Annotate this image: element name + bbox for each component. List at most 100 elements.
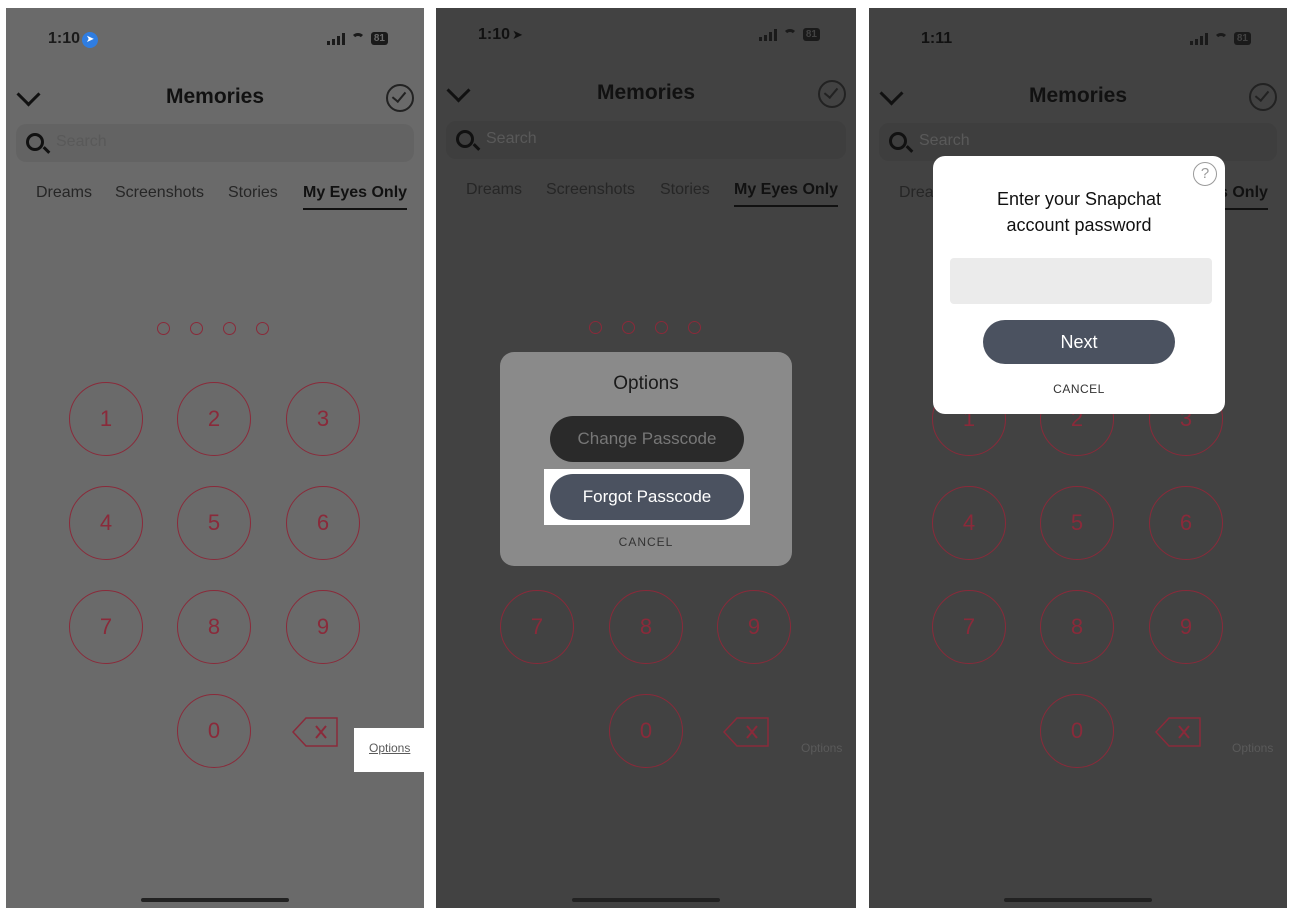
next-button[interactable]: Next (983, 320, 1175, 364)
change-passcode-button[interactable]: Change Passcode (550, 416, 744, 462)
wifi-icon (350, 33, 365, 44)
search-bar[interactable]: Search (16, 124, 414, 162)
passcode-dots (157, 322, 269, 335)
key-5[interactable]: 5 (1040, 486, 1114, 560)
tab-my-eyes-only[interactable]: s Only (1219, 184, 1268, 210)
key-7[interactable]: 7 (69, 590, 143, 664)
tab-stories[interactable]: Stories (660, 181, 710, 199)
search-placeholder: Search (919, 132, 970, 149)
search-placeholder: Search (56, 133, 107, 150)
select-check-icon[interactable] (386, 84, 414, 112)
key-5[interactable]: 5 (177, 486, 251, 560)
signal-icon (758, 28, 777, 41)
status-time: 1:10 ➤ (478, 26, 523, 43)
key-7[interactable]: 7 (500, 590, 574, 664)
passcode-dot (655, 321, 668, 334)
wifi-icon (1213, 33, 1228, 44)
options-link[interactable]: Options (1232, 741, 1273, 755)
tab-dreams[interactable]: Dreams (36, 184, 92, 202)
cancel-button[interactable]: CANCEL (933, 382, 1225, 396)
key-9[interactable]: 9 (1149, 590, 1223, 664)
tab-all-partial[interactable]: ll (6, 184, 7, 202)
passcode-dot (589, 321, 602, 334)
search-bar[interactable]: Search (446, 121, 846, 159)
key-9[interactable]: 9 (286, 590, 360, 664)
status-bar: 1:10 ➤ 81 (436, 26, 856, 46)
status-time: 1:11 (921, 30, 953, 47)
tab-screenshots[interactable]: Screenshots (115, 184, 204, 202)
backspace-icon[interactable] (1155, 717, 1201, 747)
cancel-button[interactable]: CANCEL (500, 535, 792, 549)
status-bar: 1:11 81 (869, 30, 1287, 50)
key-8[interactable]: 8 (177, 590, 251, 664)
status-icons: 81 (1189, 32, 1251, 45)
header: Memories (869, 77, 1287, 117)
key-0[interactable]: 0 (177, 694, 251, 768)
signal-icon (1189, 32, 1208, 45)
help-icon[interactable]: ? (1193, 162, 1217, 186)
key-8[interactable]: 8 (609, 590, 683, 664)
password-field[interactable] (950, 258, 1212, 304)
backspace-icon[interactable] (292, 717, 338, 747)
tab-my-eyes-only[interactable]: My Eyes Only (734, 181, 839, 207)
options-sheet: Options Change Passcode Forgot Passcode … (500, 352, 792, 566)
header: Memories (6, 78, 424, 118)
tab-all-partial[interactable]: ll (436, 181, 437, 199)
status-bar: 1:10 ➤ 81 (6, 30, 424, 50)
page-title: Memories (165, 85, 265, 108)
home-indicator (141, 898, 289, 902)
options-link[interactable]: Options (369, 741, 410, 755)
tab-bar: ll Dreams Screenshots Stories My Eyes On… (436, 181, 856, 211)
key-3[interactable]: 3 (286, 382, 360, 456)
status-icons: 81 (758, 28, 820, 41)
key-1[interactable]: 1 (69, 382, 143, 456)
location-arrow-icon: ➤ (512, 27, 523, 42)
tab-all-partial[interactable]: ll (869, 184, 870, 202)
tab-my-eyes-only[interactable]: My Eyes Only (303, 184, 408, 210)
key-4[interactable]: 4 (932, 486, 1006, 560)
tab-screenshots[interactable]: Screenshots (546, 181, 635, 199)
key-6[interactable]: 6 (1149, 486, 1223, 560)
tab-bar: ll Dreams Screenshots Stories My Eyes On… (6, 184, 424, 214)
status-time: 1:10 ➤ (48, 30, 99, 48)
page-title: Memories (1028, 84, 1128, 107)
phone-screen-1: 1:10➤ 81 Memories Search ll Dreams Scree… (6, 8, 424, 908)
passcode-dot (223, 322, 236, 335)
key-4[interactable]: 4 (69, 486, 143, 560)
key-2[interactable]: 2 (177, 382, 251, 456)
search-icon (889, 132, 907, 150)
tab-dreams[interactable]: Drea (899, 184, 934, 202)
passcode-dot (622, 321, 635, 334)
phone-screen-3: 1:11 81 Memories Search ll Drea s Only 1… (869, 8, 1287, 908)
status-icons: 81 (326, 32, 388, 45)
key-6[interactable]: 6 (286, 486, 360, 560)
location-icon: ➤ (82, 32, 99, 48)
page-title: Memories (596, 81, 696, 104)
signal-icon (326, 32, 345, 45)
search-icon (26, 133, 44, 151)
tab-dreams[interactable]: Dreams (466, 181, 522, 199)
header: Memories (436, 74, 856, 114)
select-check-icon[interactable] (818, 80, 846, 108)
phone-screen-2: 1:10➤ 81 Memories Search ll Dreams Scree… (436, 8, 856, 908)
home-indicator (1004, 898, 1152, 902)
battery-icon: 81 (370, 32, 388, 45)
tab-stories[interactable]: Stories (228, 184, 278, 202)
search-placeholder: Search (486, 130, 537, 147)
key-7[interactable]: 7 (932, 590, 1006, 664)
key-9[interactable]: 9 (717, 590, 791, 664)
backspace-icon[interactable] (723, 717, 769, 747)
password-dialog: ? Enter your Snapchat account password N… (933, 156, 1225, 414)
battery-icon: 81 (802, 28, 820, 41)
forgot-passcode-button[interactable]: Forgot Passcode (550, 474, 744, 520)
options-link[interactable]: Options (801, 741, 842, 755)
passcode-dot (190, 322, 203, 335)
passcode-dots (589, 321, 701, 334)
select-check-icon[interactable] (1249, 83, 1277, 111)
battery-icon: 81 (1233, 32, 1251, 45)
key-8[interactable]: 8 (1040, 590, 1114, 664)
key-0[interactable]: 0 (609, 694, 683, 768)
dialog-title: Enter your Snapchat account password (996, 189, 1162, 235)
key-0[interactable]: 0 (1040, 694, 1114, 768)
home-indicator (572, 898, 720, 902)
